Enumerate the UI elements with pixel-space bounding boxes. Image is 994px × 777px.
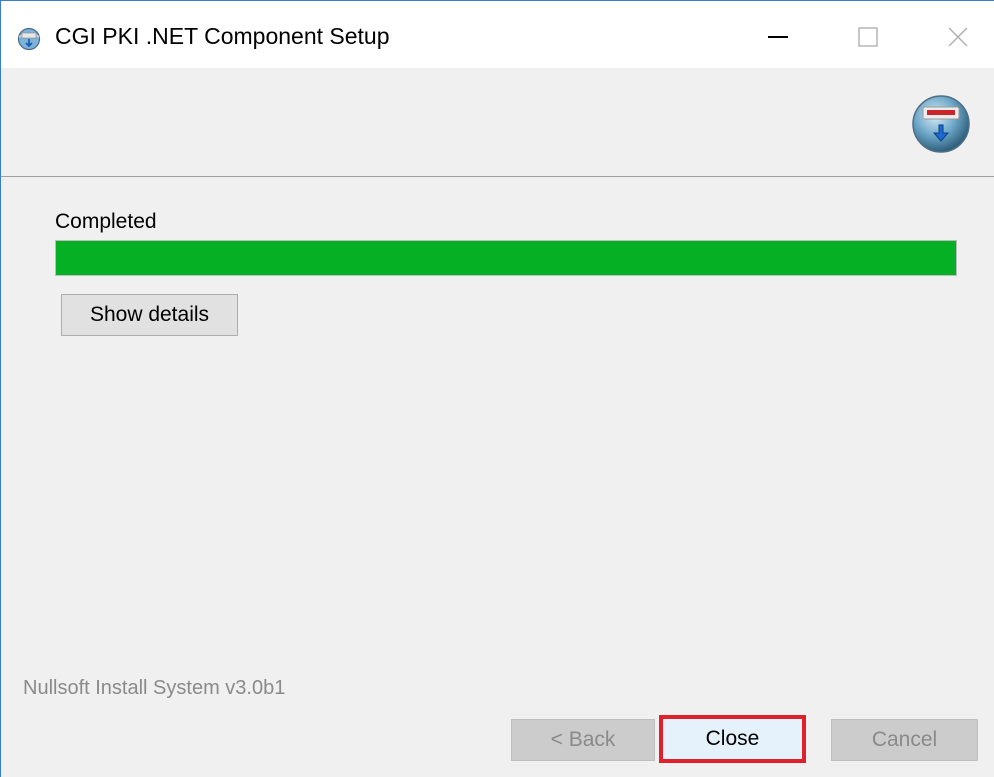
nsis-logo-icon [909, 92, 973, 156]
title-bar[interactable]: CGI PKI .NET Component Setup [1, 1, 994, 68]
progress-bar [55, 240, 957, 276]
minimize-button[interactable] [753, 15, 803, 59]
maximize-button[interactable] [843, 15, 893, 59]
cancel-button[interactable]: Cancel [831, 719, 978, 761]
window-title: CGI PKI .NET Component Setup [55, 23, 390, 49]
close-icon [948, 27, 968, 47]
progress-status-label: Completed [55, 210, 157, 233]
nsis-branding-text: Nullsoft Install System v3.0b1 [23, 677, 286, 699]
setup-window: CGI PKI .NET Component Setup Completed S… [0, 0, 994, 777]
show-details-button[interactable]: Show details [61, 294, 238, 336]
close-window-button[interactable] [933, 15, 983, 59]
installer-globe-icon [17, 27, 41, 51]
progress-bar-fill [56, 241, 956, 275]
maximize-icon [858, 27, 878, 47]
minimize-icon [768, 36, 788, 38]
close-button[interactable]: Close [659, 715, 806, 763]
back-button[interactable]: < Back [511, 719, 655, 761]
header-band [1, 68, 994, 177]
